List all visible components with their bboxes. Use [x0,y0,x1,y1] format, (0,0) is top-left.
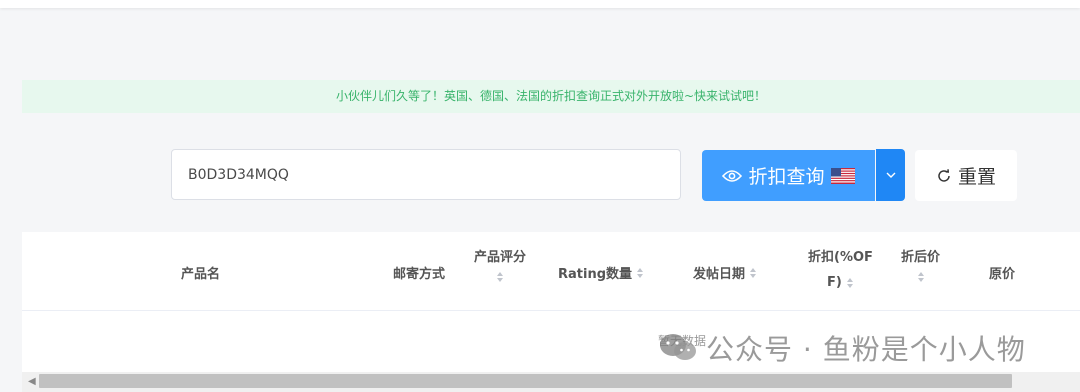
watermark: 公众号 · 鱼粉是个小人物 [658,330,1026,366]
horizontal-scrollbar[interactable]: ◀ [22,372,1080,392]
column-shipping-method: 邮寄方式 [393,263,445,282]
column-discount[interactable]: 折扣(%OF F) [808,246,873,290]
column-label: 折后价 [901,250,941,265]
discount-query-button[interactable]: 折扣查询 [702,150,875,201]
column-label: 发帖日期 [693,267,746,282]
table-header: 产品名 邮寄方式 产品评分 Rating数量 发帖日期 折扣(%OF F) 折后… [22,232,1080,311]
discount-query-label: 折扣查询 [748,166,825,188]
sort-icon[interactable] [749,267,757,279]
scroll-left-icon[interactable]: ◀ [28,376,36,387]
top-bar [0,0,1080,8]
column-discounted-price[interactable]: 折后价 [901,246,940,283]
column-label: Rating数量 [558,267,633,282]
column-product-name: 产品名 [181,263,220,282]
refresh-icon [938,168,950,182]
sort-icon[interactable] [636,267,644,279]
us-flag-icon [830,167,855,184]
wechat-icon [660,334,696,360]
watermark-text: 公众号 · 鱼粉是个小人物 [706,333,1026,366]
column-post-date[interactable]: 发帖日期 [693,263,757,282]
asin-search-input[interactable] [171,149,681,200]
column-rating-count[interactable]: Rating数量 [558,263,644,282]
column-label: F) [827,275,842,290]
scrollbar-thumb[interactable] [39,374,1012,388]
sort-icon[interactable] [496,271,504,283]
country-dropdown-button[interactable] [876,149,905,201]
reset-button[interactable]: 重置 [915,150,1017,201]
column-label: 产品评分 [474,250,527,265]
sort-icon[interactable] [917,271,925,283]
notice-banner: 小伙伴儿们久等了！英国、德国、法国的折扣查询正式对外开放啦~快来试试吧！ [22,80,1080,113]
column-original-price: 原价 [989,263,1015,282]
reset-label: 重置 [957,166,996,188]
column-label: 原价 [989,267,1016,282]
column-label-line2: F) [827,275,854,290]
column-product-rating[interactable]: 产品评分 [474,246,526,283]
column-label: 产品名 [181,267,221,282]
eye-icon [722,169,743,182]
column-label: 折扣(%OF [808,250,873,265]
sort-icon[interactable] [846,277,854,289]
column-label: 邮寄方式 [393,267,446,282]
chevron-down-icon [886,172,895,178]
